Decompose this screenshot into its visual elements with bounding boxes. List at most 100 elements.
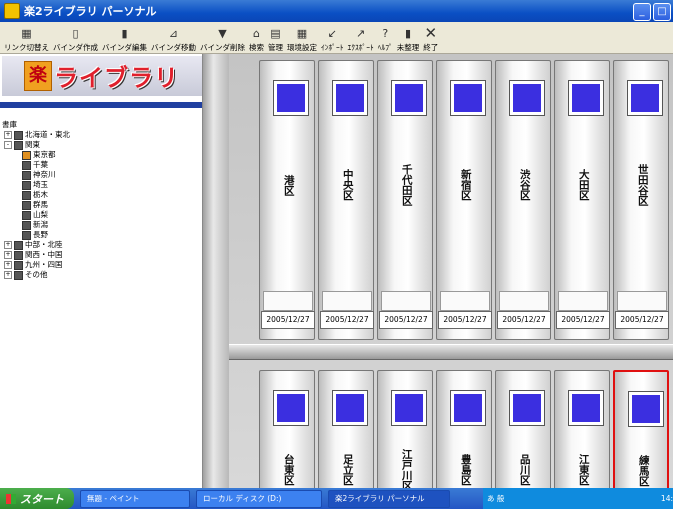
binder-tab-icon	[392, 391, 426, 425]
tree-item[interactable]: + その他	[2, 270, 70, 280]
binder[interactable]: 江東区	[554, 370, 610, 488]
expand-icon[interactable]: +	[4, 131, 12, 139]
task-paint[interactable]: 無題 - ペイント	[80, 489, 190, 508]
binder-tab-icon	[629, 392, 663, 426]
task-library[interactable]: 楽2ライブラリ パーソナル	[328, 489, 450, 508]
toolbar-button-9[interactable]: ↗ ｴｸｽﾎﾟｰﾄ	[346, 23, 376, 53]
title-bar: 楽2ライブラリ パーソナル _ □	[0, 0, 673, 22]
ime-indicator[interactable]: あ 般	[487, 493, 504, 504]
binder[interactable]: 千代田区 2005/12/27	[377, 60, 433, 340]
binder[interactable]: 世田谷区 2005/12/27	[613, 60, 669, 340]
tree-item-label: 関東	[25, 140, 40, 149]
binder-tab-icon	[510, 81, 544, 115]
expand-icon[interactable]: +	[4, 261, 12, 269]
collapse-icon[interactable]: -	[4, 141, 12, 149]
binder[interactable]: 台東区	[259, 370, 315, 488]
tree-item[interactable]: 長野	[2, 230, 70, 240]
toolbar-label: バインダ移動	[151, 43, 196, 52]
bookshelf-view: 港区 2005/12/27 中央区 2005/12/27 千代田区 2005/12/27 新…	[229, 54, 673, 488]
export-icon: ↗	[356, 27, 366, 40]
binder[interactable]: 渋谷区 2005/12/27	[495, 60, 551, 340]
bookshelf-icon	[14, 260, 23, 270]
bookshelf-icon	[22, 190, 31, 200]
tree-item[interactable]: 山梨	[2, 210, 70, 220]
toolbar-button-1[interactable]: ▯ バインダ作成	[51, 23, 100, 53]
tree-item[interactable]: + 中部・北陸	[2, 240, 70, 250]
minimize-button[interactable]: _	[633, 3, 651, 21]
binder-new-icon: ▯	[72, 27, 79, 40]
bookshelf-icon	[14, 240, 23, 250]
tree-item[interactable]: + 関西・中国	[2, 250, 70, 260]
toolbar-label: 管理	[268, 43, 283, 52]
toolbar-button-2[interactable]: ▮ バインダ編集	[100, 23, 149, 53]
binder-delete-icon: ▼	[218, 27, 227, 40]
tree-item-label: 中部・北陸	[25, 240, 63, 249]
toolbar-button-8[interactable]: ↙ ｲﾝﾎﾟｰﾄ	[319, 23, 346, 53]
expand-icon[interactable]: +	[4, 251, 12, 259]
binder-label-box	[440, 291, 490, 311]
task-local-disk[interactable]: ローカル ディスク (D:)	[196, 489, 322, 508]
binder-date: 2005/12/27	[261, 311, 315, 329]
binder-date: 2005/12/27	[379, 311, 433, 329]
binder[interactable]: 新宿区 2005/12/27	[436, 60, 492, 340]
start-button[interactable]: スタート	[0, 488, 74, 509]
bookshelf-icon	[22, 170, 31, 180]
window-title: 楽2ライブラリ パーソナル	[24, 5, 157, 18]
shelf-board	[229, 344, 673, 360]
tree-root[interactable]: 書庫	[2, 120, 70, 130]
binder-title: 渋谷区	[518, 169, 531, 201]
tree-item[interactable]: 群馬	[2, 200, 70, 210]
tree-item[interactable]: 埼玉	[2, 180, 70, 190]
tree-item[interactable]: 千葉	[2, 160, 70, 170]
binder-move-icon: ⊿	[168, 27, 179, 40]
toolbar-button-3[interactable]: ⊿ バインダ移動	[149, 23, 198, 53]
maximize-button[interactable]: □	[653, 3, 671, 21]
binder-date: 2005/12/27	[556, 311, 610, 329]
tree-item-label: 長野	[33, 230, 48, 239]
binder[interactable]: 豊島区	[436, 370, 492, 488]
toolbar-button-4[interactable]: ▼ バインダ削除	[198, 23, 247, 53]
binder[interactable]: 品川区	[495, 370, 551, 488]
tree-item[interactable]: 神奈川	[2, 170, 70, 180]
bookshelf-icon	[14, 270, 23, 280]
toolbar-button-0[interactable]: ▦ リンク切替え	[2, 23, 51, 53]
toolbar-button-6[interactable]: ▤ 管理	[266, 23, 285, 53]
toolbar-button-12[interactable]: ✕ 終了	[421, 23, 440, 53]
binder-tab-icon	[451, 391, 485, 425]
tree-item[interactable]: + 九州・四国	[2, 260, 70, 270]
tree-item[interactable]: 栃木	[2, 190, 70, 200]
windows-flag-icon	[6, 493, 16, 504]
toolbar-button-7[interactable]: ▦ 環境設定	[285, 23, 319, 53]
binder-title: 江戸川区	[400, 449, 413, 488]
toolbar-label: 環境設定	[287, 43, 317, 52]
tree-item[interactable]: 東京都	[2, 150, 70, 160]
binder-tab-icon	[451, 81, 485, 115]
binder[interactable]: 足立区	[318, 370, 374, 488]
toolbar-label: バインダ作成	[53, 43, 98, 52]
bookshelf-icon	[14, 140, 23, 150]
toolbar-button-5[interactable]: ⌂ 検索	[247, 23, 266, 53]
bookshelf-icon	[22, 200, 31, 210]
toolbar-button-11[interactable]: ▮ 未整理	[395, 23, 422, 53]
toolbar-button-10[interactable]: ? ﾍﾙﾌﾟ	[376, 23, 395, 53]
binder[interactable]: 練馬区	[613, 370, 669, 488]
panel-splitter[interactable]	[203, 54, 229, 488]
toolbar-label: バインダ削除	[200, 43, 245, 52]
binder-tab-icon	[392, 81, 426, 115]
binder[interactable]: 港区 2005/12/27	[259, 60, 315, 340]
expand-icon[interactable]: +	[4, 241, 12, 249]
toolbar-label: 検索	[249, 43, 264, 52]
binder-title: 台東区	[282, 454, 295, 486]
tree-item[interactable]: + 北海道・東北	[2, 130, 70, 140]
expand-icon[interactable]: +	[4, 271, 12, 279]
window-controls: _ □	[633, 3, 671, 21]
binder[interactable]: 大田区 2005/12/27	[554, 60, 610, 340]
binder[interactable]: 江戸川区	[377, 370, 433, 488]
binder-title: 足立区	[341, 454, 354, 486]
binder-label-box	[558, 291, 608, 311]
tree-item[interactable]: - 関東	[2, 140, 70, 150]
tree-item[interactable]: 新潟	[2, 220, 70, 230]
bookshelf-icon	[14, 130, 23, 140]
binder-label-box	[499, 291, 549, 311]
binder[interactable]: 中央区 2005/12/27	[318, 60, 374, 340]
